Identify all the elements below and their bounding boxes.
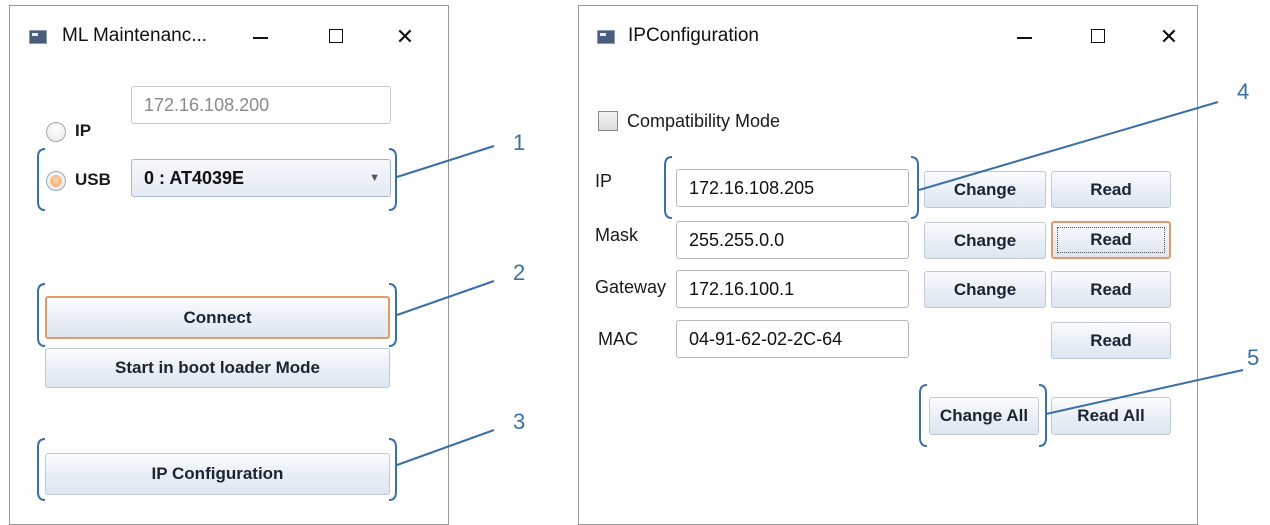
callout-number-4: 4 — [1237, 79, 1250, 104]
callout-line-5 — [1045, 369, 1244, 415]
callout-line-4 — [918, 101, 1219, 191]
callout-line-2 — [396, 280, 495, 316]
callout-number-3: 3 — [513, 409, 526, 434]
bracket-usb — [37, 148, 397, 211]
bracket-change-all — [919, 384, 1047, 447]
bracket-ip-field — [664, 156, 919, 219]
callout-number-2: 2 — [513, 260, 526, 285]
bracket-ipconfig — [37, 438, 397, 501]
bracket-connect — [37, 283, 397, 347]
callout-line-3 — [396, 429, 495, 466]
callout-number-5: 5 — [1247, 345, 1260, 370]
callout-number-1: 1 — [513, 130, 526, 155]
callout-overlay — [37, 101, 1244, 501]
callout-line-1 — [396, 145, 495, 178]
